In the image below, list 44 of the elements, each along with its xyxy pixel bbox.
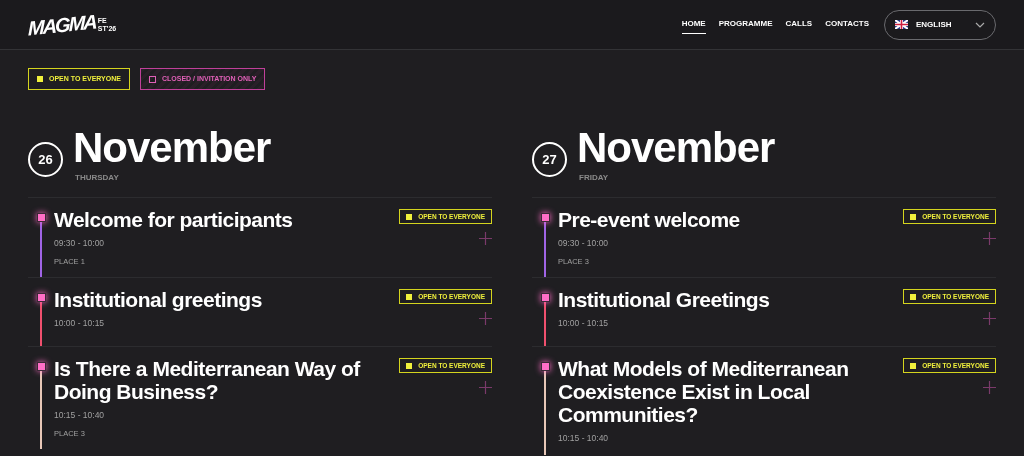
nav-link[interactable]: CONTACTS bbox=[825, 15, 869, 34]
event-time: 09:30 - 10:00 bbox=[54, 237, 106, 250]
flag-icon bbox=[895, 20, 908, 29]
square-icon bbox=[406, 213, 413, 220]
event-time: 10:15 - 10:40 bbox=[54, 409, 106, 422]
month-heading: November bbox=[73, 124, 271, 172]
event-title[interactable]: What Models of Mediterranean Coexistence Exist in Local Communities? bbox=[558, 357, 888, 426]
plus-icon[interactable] bbox=[983, 381, 996, 394]
nav-link[interactable]: CALLS bbox=[785, 15, 813, 34]
event-title[interactable]: Institutional Greetings bbox=[558, 288, 888, 311]
timeline-marker bbox=[540, 213, 550, 222]
chevron-icon bbox=[975, 21, 985, 28]
event-title[interactable]: Institutional greetings bbox=[54, 288, 384, 311]
month-heading: November bbox=[577, 124, 775, 172]
event-time: 10:00 - 10:15 bbox=[558, 317, 610, 330]
weekday-label: THURSDAY bbox=[75, 172, 120, 184]
event-time: 10:15 - 10:40 bbox=[558, 432, 610, 445]
event-title[interactable]: Welcome for participants bbox=[54, 208, 384, 231]
square-icon bbox=[406, 293, 413, 300]
day-number: 26 bbox=[28, 142, 63, 177]
timeline-marker bbox=[36, 293, 46, 302]
plus-icon[interactable] bbox=[479, 232, 492, 245]
square-icon bbox=[910, 293, 917, 300]
timeline-marker bbox=[540, 362, 550, 371]
event-time: 09:30 - 10:00 bbox=[558, 237, 610, 250]
event-time: 10:00 - 10:15 bbox=[54, 317, 106, 330]
plus-icon[interactable] bbox=[983, 232, 996, 245]
square-icon bbox=[910, 213, 917, 220]
timeline-marker bbox=[540, 293, 550, 302]
square-icon bbox=[910, 362, 917, 369]
plus-icon[interactable] bbox=[479, 312, 492, 325]
plus-icon[interactable] bbox=[983, 312, 996, 325]
square-icon bbox=[37, 76, 43, 82]
event-title[interactable]: Pre-event welcome bbox=[558, 208, 888, 231]
day-number: 27 bbox=[532, 142, 567, 177]
square-icon bbox=[406, 362, 413, 369]
square-icon bbox=[148, 75, 156, 83]
event-title[interactable]: Is There a Mediterranean Way of Doing Business? bbox=[54, 357, 384, 403]
nav-link[interactable]: HOME bbox=[681, 15, 706, 34]
weekday-label: FRIDAY bbox=[579, 172, 610, 184]
plus-icon[interactable] bbox=[479, 381, 492, 394]
timeline-marker bbox=[36, 362, 46, 371]
timeline-marker bbox=[36, 213, 46, 222]
nav-link[interactable]: PROGRAMME bbox=[718, 15, 773, 34]
